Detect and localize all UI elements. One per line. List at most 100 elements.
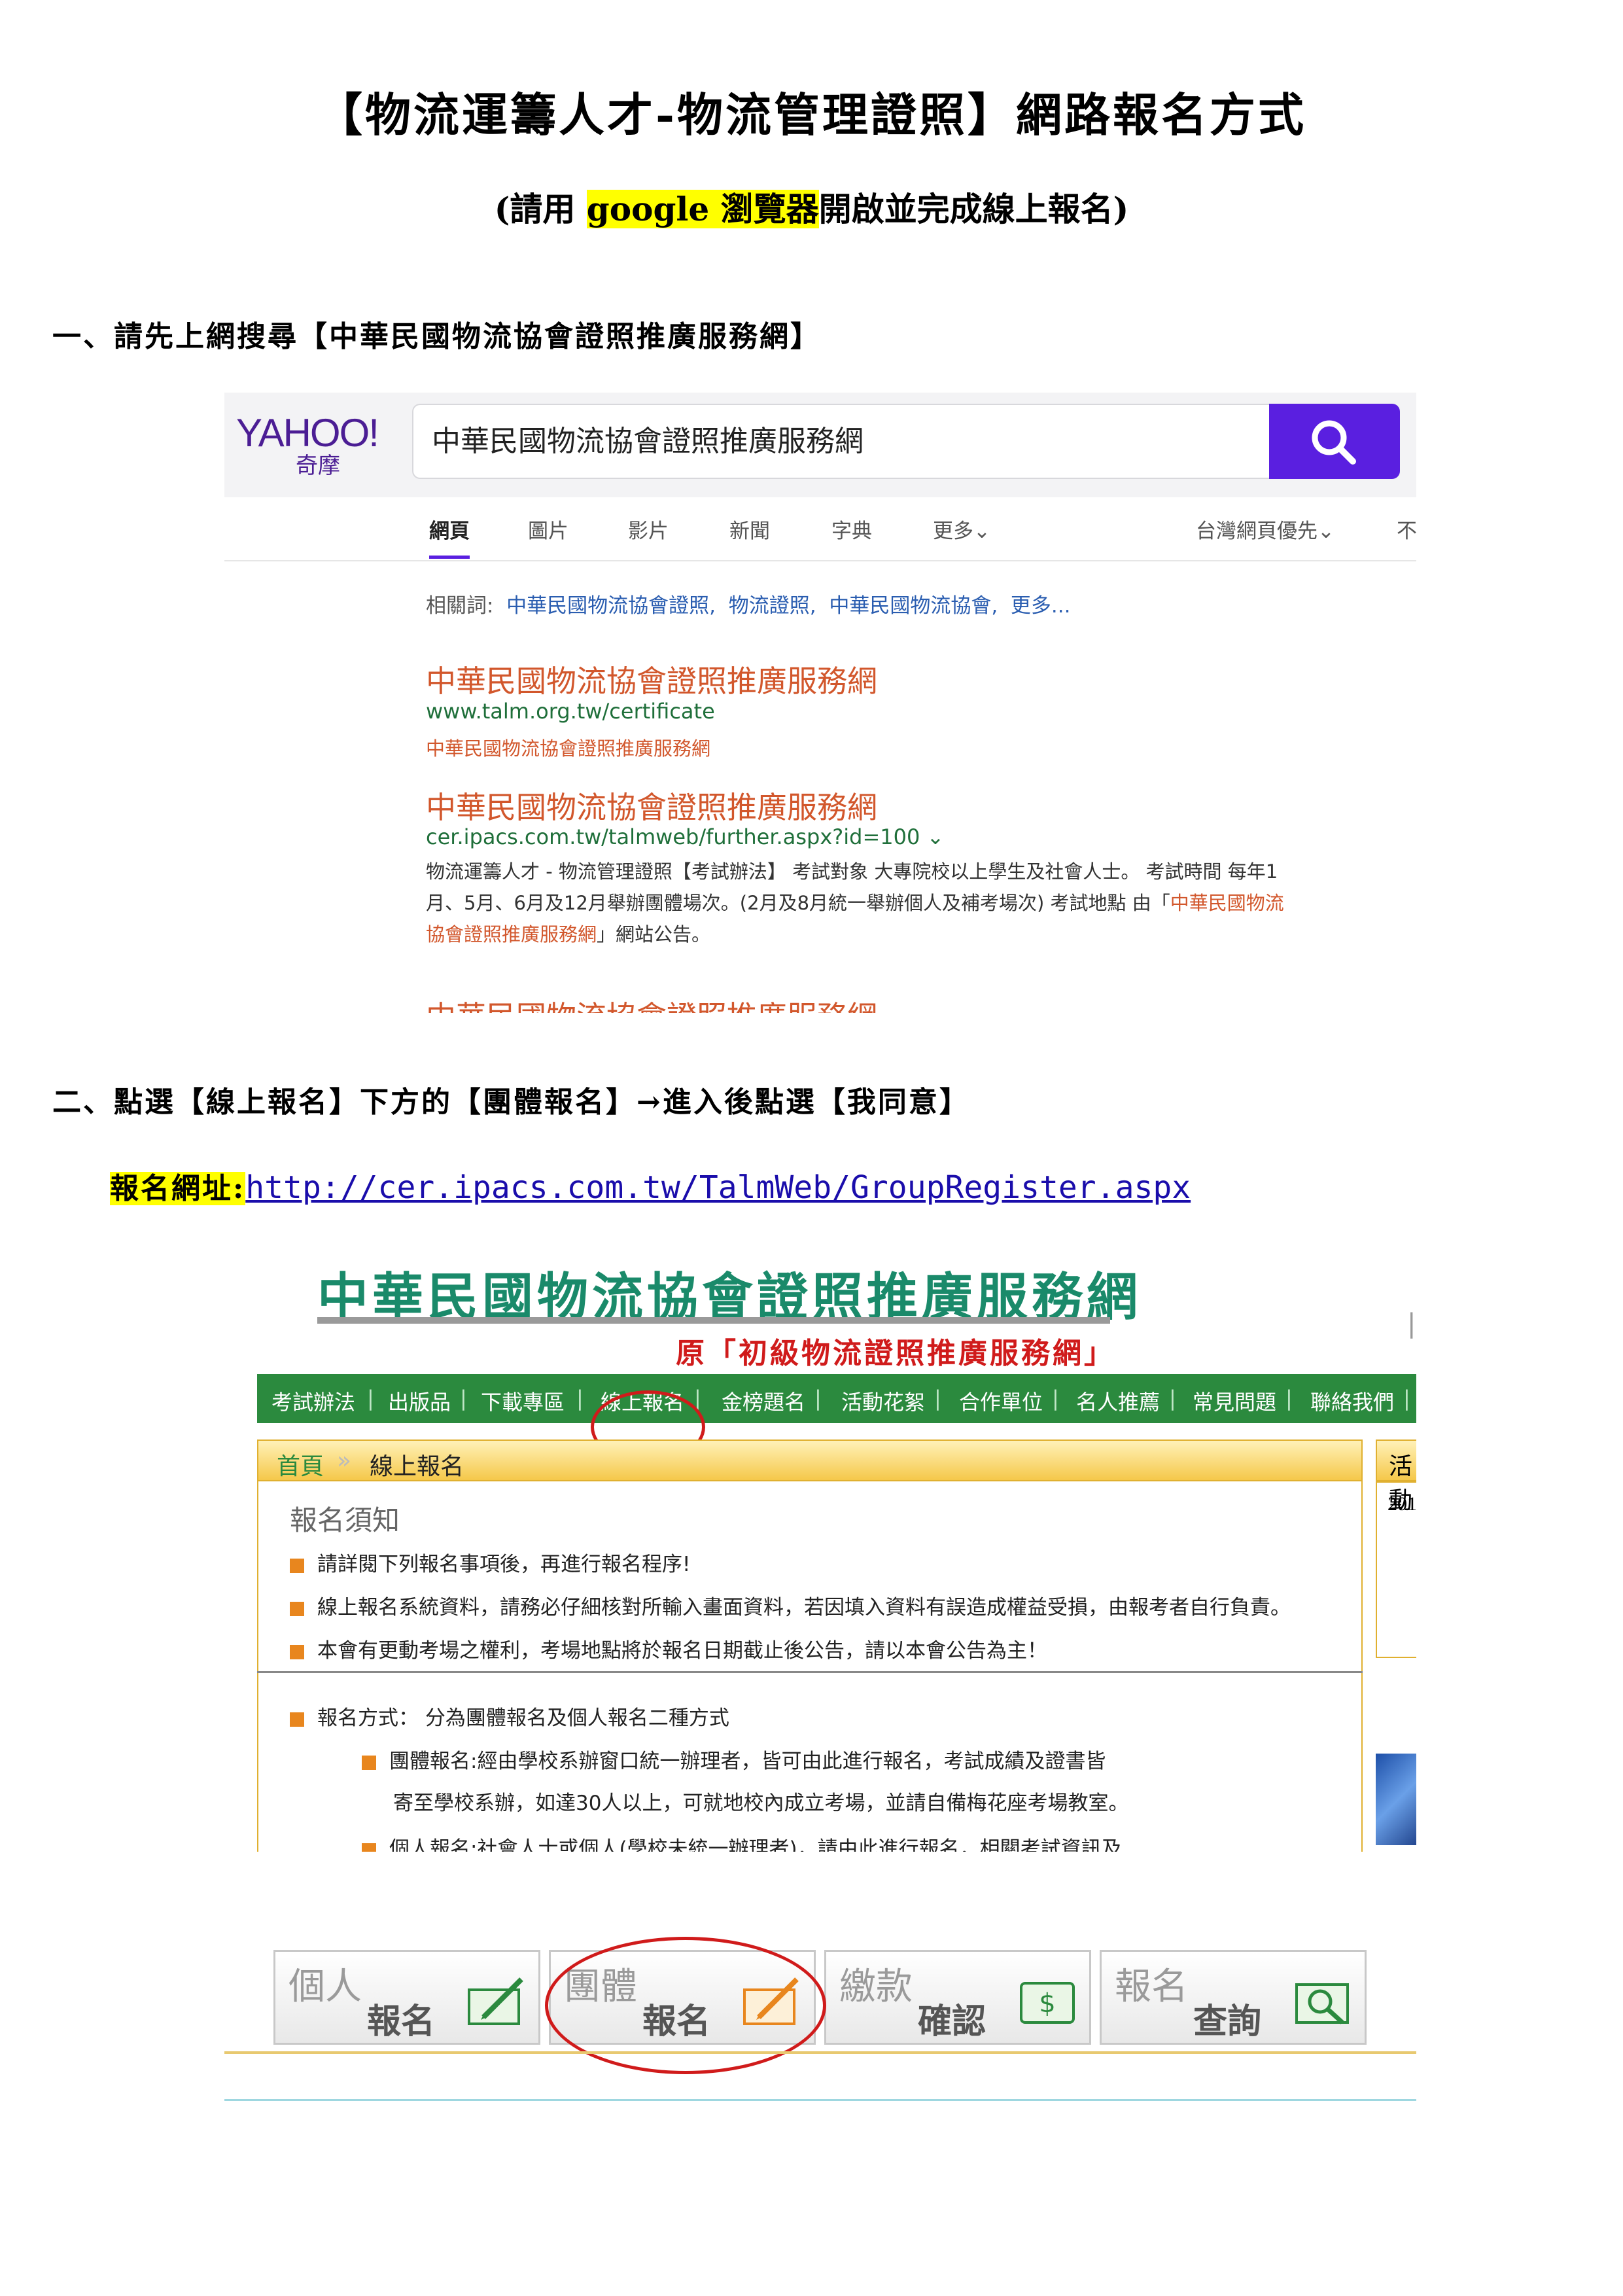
step-two-heading: 二、點選【線上報名】下方的【團體報名】→進入後點選【我同意】	[52, 1086, 970, 1119]
desc-text: 」網站公告。	[597, 923, 711, 945]
notice-heading: 報名須知	[290, 1504, 400, 1536]
method-text: 報名方式： 分為團體報名及個人報名二種方式	[317, 1706, 729, 1730]
region-filter[interactable]: 台灣網頁優先⌄	[1196, 514, 1335, 544]
individual-item-cut: 個人報名:社會人士或個人(學校未統一辦理者)，請由此進行報名，相關考試資訊及	[362, 1832, 1122, 1852]
nav-contact[interactable]: 聯絡我們	[1310, 1386, 1394, 1416]
result-description: 中華民國物流協會證照推廣服務網	[426, 737, 711, 760]
money-icon: $	[1020, 1982, 1075, 2024]
magnifier-icon	[1295, 1983, 1349, 2024]
button-label-top: 個人	[288, 1966, 362, 2008]
talm-site-screenshot: 中華民國物流協會證照推廣服務網 原「初級物流證照推廣服務網」 | 考試辦法 | …	[257, 1250, 1416, 1852]
desc-highlight: 中華民國物流	[1170, 892, 1284, 914]
step-one-heading: 一、請先上網搜尋【中華民國物流協會證照推廣服務網】	[52, 320, 821, 353]
result-description-line: 協會證照推廣服務網」網站公告。	[426, 919, 710, 950]
nav-honor-roll[interactable]: 金榜題名	[722, 1386, 805, 1416]
individual-text: 個人報名:社會人士或個人(學校未統一辦理者)，請由此進行報名，相關考試資訊及	[389, 1837, 1122, 1852]
breadcrumb-home[interactable]: 首頁	[277, 1447, 324, 1481]
button-label-top: 報名	[1115, 1966, 1188, 2008]
tab-web[interactable]: 網頁	[429, 514, 470, 559]
bullet-icon	[290, 1558, 304, 1573]
registration-url-link[interactable]: http://cer.ipacs.com.tw/TalmWeb/GroupReg…	[245, 1169, 1191, 1206]
document-title: 【物流運籌人才-物流管理證照】網路報名方式	[316, 88, 1307, 142]
button-label-bottom: 確認	[918, 2002, 986, 2041]
nav-partners[interactable]: 合作單位	[959, 1386, 1043, 1416]
registration-url-label: 報名網址:	[110, 1172, 246, 1205]
breadcrumb-current: 線上報名	[370, 1453, 464, 1480]
search-icon	[1312, 420, 1356, 465]
subtitle-suffix: 開啟並完成線上報名)	[818, 190, 1129, 228]
button-label-top: 繳款	[839, 1966, 913, 2008]
notice-text: 請詳閱下列報名事項後，再進行報名程序!	[317, 1553, 691, 1576]
site-title-underline	[317, 1317, 1110, 1324]
divider-line	[224, 2051, 1416, 2054]
related-link[interactable]: 中華民國物流協會證照,	[506, 594, 716, 618]
bullet-icon	[290, 1644, 304, 1659]
svg-text:$: $	[1039, 1988, 1055, 2019]
bullet-icon	[290, 1712, 304, 1727]
result-title[interactable]: 中華民國物流協會證照推廣服務網	[426, 658, 877, 701]
result-description-line: 月、5月、6月及12月舉辦團體場次。(2月及8月統一舉辦個人及補考場次) 考試地…	[426, 887, 1284, 919]
yahoo-logo-word: YAHOO!	[236, 411, 379, 455]
side-panel-heading: 活動	[1376, 1439, 1416, 1514]
nav-downloads[interactable]: 下載專區	[481, 1386, 565, 1416]
tab-more[interactable]: 更多⌄	[933, 514, 990, 544]
notice-text: 本會有更動考場之權利，考場地點將於報名日期截止後公告，請以本會公告為主！	[317, 1639, 1047, 1663]
yahoo-search-screenshot: YAHOO! 奇摩 中華民國物流協會證照推廣服務網 網頁 圖片 影片 新聞 字典…	[224, 393, 1416, 1013]
related-link[interactable]: 中華民國物流協會,	[829, 594, 998, 618]
individual-registration-button[interactable]: 個人 報名	[273, 1950, 540, 2045]
registration-buttons-screenshot: 個人 報名 團體 報名 繳款 確認 $ 報名 查詢	[224, 1930, 1416, 2107]
group-text-cont: 寄至學校系辦，如達30人以上，可就地校內成立考場，並請自備梅花座考場教室。	[393, 1792, 1129, 1815]
side-banner-image[interactable]	[1376, 1754, 1416, 1845]
bullet-icon	[362, 1755, 376, 1770]
yahoo-tab-bar: 網頁 圖片 影片 新聞 字典 更多⌄ 台灣網頁優先⌄ 不	[224, 497, 1416, 561]
method-item: 報名方式： 分為團體報名及個人報名二種方式	[290, 1701, 729, 1731]
desc-text: 月、5月、6月及12月舉辦團體場次。(2月及8月統一舉辦個人及補考場次) 考試地…	[426, 892, 1170, 914]
nav-exam-rules[interactable]: 考試辦法	[271, 1386, 355, 1416]
related-terms: 相關詞: 中華民國物流協會證照, 物流證照, 中華民國物流協會, 更多...	[426, 589, 1070, 618]
divider-line	[224, 2099, 1416, 2101]
result-title-cut[interactable]: 中華民國物流協會證照推廣服務網	[426, 993, 877, 1013]
notice-text: 線上報名系統資料，請務必仔細核對所輸入畫面資料，若因填入資料有誤造成權益受損，由…	[317, 1596, 1291, 1619]
pencil-form-icon	[468, 1977, 523, 2025]
tab-news[interactable]: 新聞	[729, 514, 770, 544]
side-panel-box: 201	[1376, 1481, 1416, 1658]
search-input[interactable]: 中華民國物流協會證照推廣服務網	[412, 404, 1269, 479]
bullet-icon	[290, 1601, 304, 1616]
related-link[interactable]: 物流證照,	[729, 594, 816, 618]
section-divider	[257, 1671, 1363, 1673]
subtitle-highlight: google 瀏覽器	[586, 190, 819, 228]
result-title[interactable]: 中華民國物流協會證照推廣服務網	[426, 784, 877, 827]
button-label-bottom: 查詢	[1193, 2002, 1262, 2041]
breadcrumb: 首頁 » 線上報名	[257, 1439, 1363, 1481]
result-url[interactable]: cer.ipacs.com.tw/talmweb/further.aspx?id…	[426, 824, 944, 849]
registration-query-button[interactable]: 報名 查詢	[1100, 1950, 1367, 2045]
subtitle-prefix: (請用	[494, 190, 587, 228]
tab-dictionary[interactable]: 字典	[831, 514, 872, 544]
nav-faq[interactable]: 常見問題	[1193, 1386, 1276, 1416]
yahoo-logo-cn: 奇摩	[296, 453, 340, 479]
yahoo-logo[interactable]: YAHOO! 奇摩	[236, 411, 379, 479]
group-item: 團體報名:經由學校系辦窗口統一辦理者，皆可由此進行報名，考試成績及證書皆	[362, 1744, 1106, 1774]
tab-videos[interactable]: 影片	[628, 514, 669, 544]
breadcrumb-arrow: »	[337, 1447, 352, 1474]
result-description-line: 物流運籌人才 - 物流管理證照【考試辦法】 考試對象 大專院校以上學生及社會人士…	[426, 860, 1278, 883]
notice-item: 請詳閱下列報名事項後，再進行報名程序!	[290, 1547, 690, 1577]
main-nav: 考試辦法 | 出版品 | 下載專區 | 線上報名 | 金榜題名 | 活動花絮 |…	[257, 1374, 1416, 1423]
registration-url-line: 報名網址:http://cer.ipacs.com.tw/TalmWeb/Gro…	[110, 1165, 1191, 1207]
notice-item: 本會有更動考場之權利，考場地點將於報名日期截止後公告，請以本會公告為主！	[290, 1634, 1047, 1663]
button-label-bottom: 報名	[367, 2002, 436, 2041]
nav-publications[interactable]: 出版品	[388, 1386, 451, 1416]
related-more-link[interactable]: 更多...	[1011, 594, 1071, 618]
nav-endorsements[interactable]: 名人推薦	[1076, 1386, 1160, 1416]
result-url: www.talm.org.tw/certificate	[426, 699, 715, 724]
desc-highlight: 協會證照推廣服務網	[426, 923, 597, 945]
nav-activities[interactable]: 活動花絮	[841, 1386, 925, 1416]
bullet-icon	[362, 1843, 376, 1852]
tab-images[interactable]: 圖片	[528, 514, 568, 544]
edge-fragment: |	[1407, 1309, 1416, 1339]
payment-confirm-button[interactable]: 繳款 確認 $	[824, 1950, 1091, 2045]
site-original-name: 原「初級物流證照推廣服務網」	[676, 1337, 1115, 1370]
search-button[interactable]	[1269, 404, 1400, 479]
notice-item: 線上報名系統資料，請務必仔細核對所輸入畫面資料，若因填入資料有誤造成權益受損，由…	[290, 1591, 1291, 1620]
region-filter-cut[interactable]: 不	[1397, 514, 1416, 544]
